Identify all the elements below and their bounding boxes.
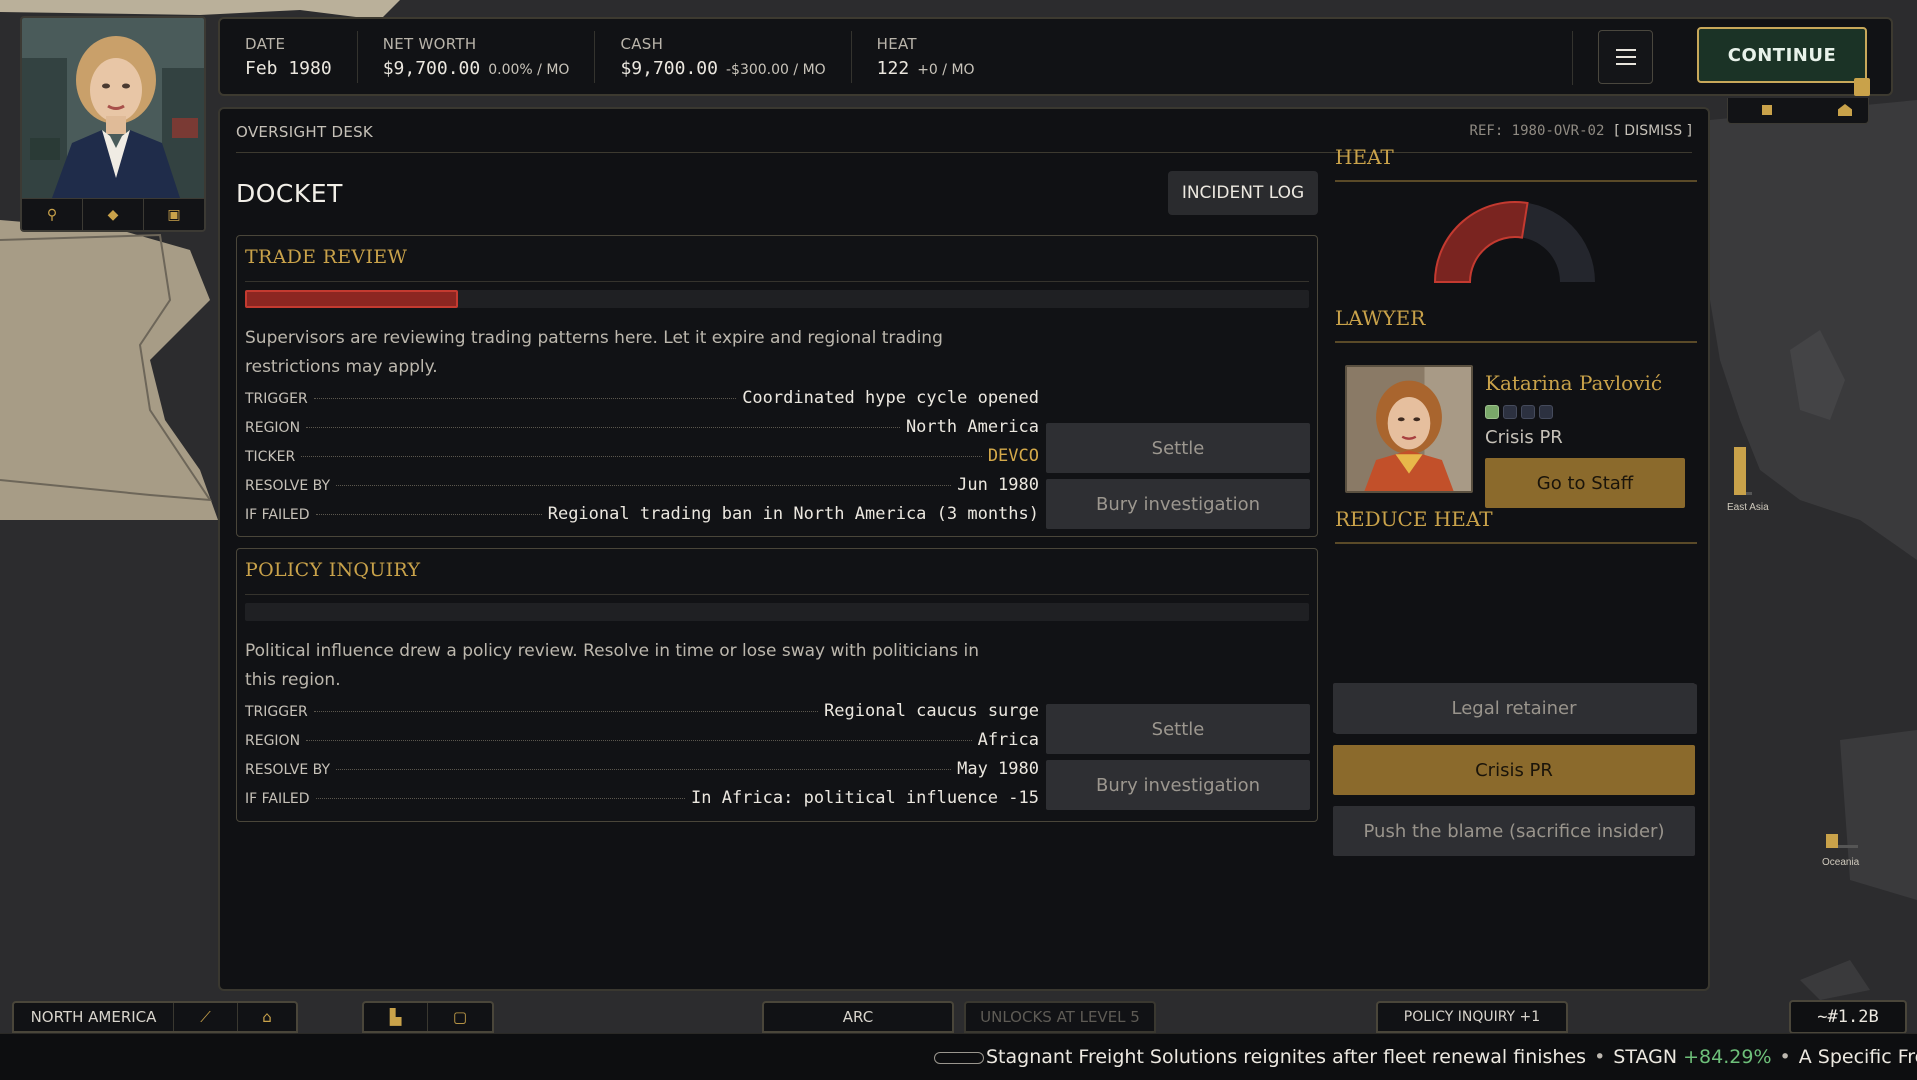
news-ticker: Stagnant Freight Solutions reignites aft… (0, 1033, 1917, 1080)
detail-row: RESOLVE BY Jun 1980 (245, 475, 1039, 495)
mini-toolbar (1727, 78, 1870, 124)
panel-title: OVERSIGHT DESK (236, 123, 374, 141)
ticker-pill-icon (934, 1051, 984, 1064)
ticker-change: +84.29% (1683, 1046, 1772, 1068)
bank-icon[interactable]: ⌂ (238, 1003, 296, 1031)
detail-row: TRIGGER Coordinated hype cycle opened (245, 388, 1039, 408)
level-pip (1521, 405, 1535, 419)
bury-investigation-button[interactable]: Bury investigation (1046, 760, 1310, 810)
ticker-link[interactable]: DEVCO (988, 446, 1039, 466)
push-the-blame-button[interactable]: Push the blame (sacrifice insider) (1333, 806, 1695, 856)
ticker-symbol[interactable]: STAGN (1613, 1046, 1677, 1068)
level-pip (1503, 405, 1517, 419)
policy-inquiry-tab[interactable]: POLICY INQUIRY +1 (1376, 1001, 1568, 1033)
level-pip (1485, 405, 1499, 419)
lawyer-card: Katarina Pavlović Crisis PR Go to Staff (1345, 365, 1697, 508)
rank-badge[interactable]: ~#1.2B (1789, 1000, 1907, 1034)
case-details: TRIGGER Regional caucus surge REGION Afric… (245, 701, 1039, 817)
player-portrait-panel: ⚲ ◆ ▣ (20, 16, 206, 232)
lawyer-role: Crisis PR (1485, 427, 1563, 448)
grid-icon[interactable]: ▢ (428, 1003, 492, 1031)
panel-ref: REF: 1980-OVR-02 (1469, 123, 1605, 139)
cash-label: CASH (620, 34, 664, 53)
detail-row: REGION Africa (245, 730, 1039, 750)
map-label-oceania[interactable]: Oceania (1822, 857, 1859, 868)
lawyer-name: Katarina Pavlović (1485, 371, 1663, 395)
gem-icon[interactable]: ◆ (83, 199, 144, 230)
lawyer-level-pips (1485, 405, 1553, 419)
top-status-bar: DATE Feb 1980 NET WORTH $9,700.00 0.00% /… (218, 17, 1893, 96)
case-description: Political influence drew a policy review… (245, 641, 980, 690)
network-icon[interactable]: ⚲ (22, 199, 83, 230)
dismiss-button[interactable]: [ DISMISS ] (1614, 123, 1692, 139)
detail-row: TRIGGER Regional caucus surge (245, 701, 1039, 721)
region-tab-bar: NORTH AMERICA ⟋ ⌂ (12, 1001, 298, 1033)
calendar-icon[interactable] (1762, 105, 1772, 115)
heat-label: HEAT (876, 34, 917, 53)
docket-title: DOCKET (236, 179, 343, 208)
net-worth-delta: 0.00% / MO (488, 61, 570, 78)
heat-section-title: HEAT (1335, 145, 1394, 169)
case-progress-track (245, 603, 1309, 621)
panel-header: OVERSIGHT DESK REF: 1980-OVR-02 [ DISMISS… (236, 123, 1692, 153)
stat-cash: CASH $9,700.00 -$300.00 / MO (595, 30, 852, 83)
detail-row: REGION North America (245, 417, 1039, 437)
briefcase-icon[interactable]: ▣ (144, 199, 204, 230)
detail-row: IF FAILED Regional trading ban in North A… (245, 504, 1039, 524)
menu-button[interactable] (1598, 30, 1653, 84)
alert-badge-icon[interactable] (1854, 78, 1870, 96)
oversight-desk-panel: OVERSIGHT DESK REF: 1980-OVR-02 [ DISMISS… (218, 107, 1710, 991)
reduce-heat-title: REDUCE HEAT (1335, 507, 1493, 531)
case-title: TRADE REVIEW (245, 246, 408, 268)
bury-investigation-button[interactable]: Bury investigation (1046, 479, 1310, 529)
tool-tab-group: ▙ ▢ (362, 1001, 494, 1033)
case-progress-track (245, 290, 1309, 308)
settle-button[interactable]: Settle (1046, 423, 1310, 473)
home-icon[interactable] (1838, 104, 1852, 116)
cash-delta: -$300.00 / MO (726, 61, 826, 78)
case-description: Supervisors are reviewing trading patter… (245, 328, 943, 377)
hamburger-icon (1615, 49, 1636, 51)
net-worth-label: NET WORTH (382, 34, 477, 53)
case-details: TRIGGER Coordinated hype cycle opened REG… (245, 388, 1039, 533)
legal-retainer-button[interactable]: Legal retainer (1333, 683, 1695, 733)
heat-value: 122 (876, 57, 910, 79)
locked-tab: UNLOCKS AT LEVEL 5 (964, 1001, 1156, 1033)
detail-row: IF FAILED In Africa: political influence … (245, 788, 1039, 808)
lawyer-section-title: LAWYER (1335, 306, 1426, 330)
heat-gauge-fill (1433, 201, 1529, 283)
incident-log-button[interactable]: INCIDENT LOG (1168, 171, 1318, 215)
stat-heat: HEAT 122 +0 / MO (852, 31, 1000, 83)
settle-button[interactable]: Settle (1046, 704, 1310, 754)
date-value: Feb 1980 (245, 57, 332, 79)
go-to-staff-button[interactable]: Go to Staff (1485, 458, 1685, 508)
crisis-pr-button[interactable]: Crisis PR (1333, 745, 1695, 795)
date-label: DATE (245, 34, 286, 53)
ticker-headline: Stagnant Freight Solutions reignites aft… (986, 1046, 1587, 1068)
heat-delta: +0 / MO (917, 61, 975, 78)
topbar-divider (1572, 31, 1573, 85)
region-tab-north-america[interactable]: NORTH AMERICA (14, 1003, 174, 1031)
case-title: POLICY INQUIRY (245, 559, 421, 581)
case-policy-inquiry: POLICY INQUIRY Political influence drew … (236, 548, 1318, 822)
ticker-next-headline: A Specific Freque (1798, 1046, 1917, 1068)
stat-date: DATE Feb 1980 (220, 30, 358, 83)
stat-net-worth: NET WORTH $9,700.00 0.00% / MO (358, 30, 596, 83)
continue-button[interactable]: CONTINUE (1697, 27, 1867, 83)
case-progress-fill (245, 290, 458, 308)
map-label-east-asia[interactable]: East Asia (1727, 502, 1769, 513)
detail-row: TICKER DEVCO (245, 446, 1039, 466)
arc-tab[interactable]: ARC (762, 1001, 954, 1033)
factory-icon[interactable]: ▙ (364, 1003, 428, 1031)
chart-icon[interactable]: ⟋ (174, 1003, 238, 1031)
level-pip (1539, 405, 1553, 419)
net-worth-value: $9,700.00 (382, 57, 481, 79)
cash-value: $9,700.00 (620, 57, 718, 79)
lawyer-avatar[interactable] (1345, 365, 1473, 493)
player-avatar[interactable] (22, 18, 204, 198)
case-trade-review: TRADE REVIEW Supervisors are reviewing t… (236, 235, 1318, 537)
detail-row: RESOLVE BY May 1980 (245, 759, 1039, 779)
heat-gauge (1433, 201, 1595, 283)
